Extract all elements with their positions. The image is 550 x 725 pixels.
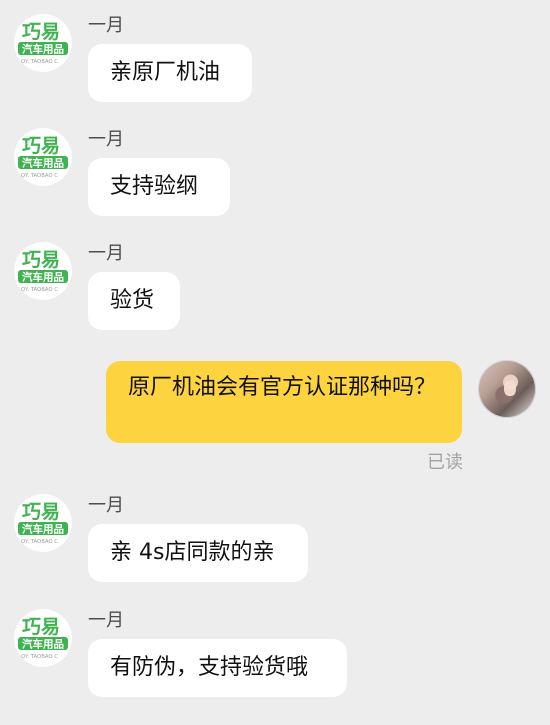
message-time: 一月 <box>88 243 124 264</box>
shop-logo-sub-text: 汽车用品 <box>22 43 64 56</box>
shop-avatar-icon: 巧易 汽车用品 QY. TAOBAO C <box>14 242 72 300</box>
shop-logo-main-text: 巧易 <box>22 21 60 43</box>
message-time: 一月 <box>88 129 124 150</box>
shop-logo-sub-text: 汽车用品 <box>22 638 64 651</box>
shop-logo-icon: 巧易 汽车用品 QY. TAOBAO C <box>14 609 72 667</box>
message-time: 一月 <box>88 610 124 631</box>
message-bubble[interactable]: 亲 4s店同款的亲 <box>88 524 308 582</box>
shop-logo-tiny-text: QY. TAOBAO C <box>21 539 58 545</box>
shop-logo-tiny-text: QY. TAOBAO C <box>21 173 58 179</box>
shop-logo-tiny-text: QY. TAOBAO C <box>21 59 58 65</box>
shop-logo-icon: 巧易 汽车用品 QY. TAOBAO C <box>14 494 72 552</box>
shop-avatar-icon: 巧易 汽车用品 QY. TAOBAO C <box>14 609 72 667</box>
read-status: 已读 <box>427 452 463 473</box>
shop-logo-tiny-text: QY. TAOBAO C <box>21 287 58 293</box>
message-time: 一月 <box>88 495 124 516</box>
shop-logo-icon: 巧易 汽车用品 QY. TAOBAO C <box>14 14 72 72</box>
shop-avatar-icon: 巧易 汽车用品 QY. TAOBAO C <box>14 14 72 72</box>
chat-area: 巧易 汽车用品 QY. TAOBAO C 一月 亲原厂机油 巧易 汽车用品 QY… <box>0 0 550 725</box>
message-bubble[interactable]: 支持验纲 <box>88 158 230 216</box>
shop-logo-sub-text: 汽车用品 <box>22 271 64 284</box>
shop-logo-icon: 巧易 汽车用品 QY. TAOBAO C <box>14 242 72 300</box>
shop-logo-sub-text: 汽车用品 <box>22 523 64 536</box>
shop-logo-icon: 巧易 汽车用品 QY. TAOBAO C <box>14 128 72 186</box>
outgoing-message-bubble[interactable]: 原厂机油会有官方认证那种吗？ <box>106 361 462 443</box>
shop-logo-main-text: 巧易 <box>22 616 60 638</box>
avatar-photo-detail <box>504 380 516 396</box>
shop-avatar-icon: 巧易 汽车用品 QY. TAOBAO C <box>14 494 72 552</box>
shop-avatar-icon: 巧易 汽车用品 QY. TAOBAO C <box>14 128 72 186</box>
message-bubble[interactable]: 验货 <box>88 272 180 330</box>
message-time: 一月 <box>88 15 124 36</box>
shop-logo-main-text: 巧易 <box>22 501 60 523</box>
shop-logo-sub-text: 汽车用品 <box>22 157 64 170</box>
shop-logo-main-text: 巧易 <box>22 249 60 271</box>
message-bubble[interactable]: 亲原厂机油 <box>88 44 252 102</box>
shop-logo-tiny-text: QY. TAOBAO C <box>21 654 58 660</box>
message-bubble[interactable]: 有防伪，支持验货哦 <box>88 639 347 697</box>
my-avatar-icon <box>478 360 536 418</box>
shop-logo-main-text: 巧易 <box>22 135 60 157</box>
